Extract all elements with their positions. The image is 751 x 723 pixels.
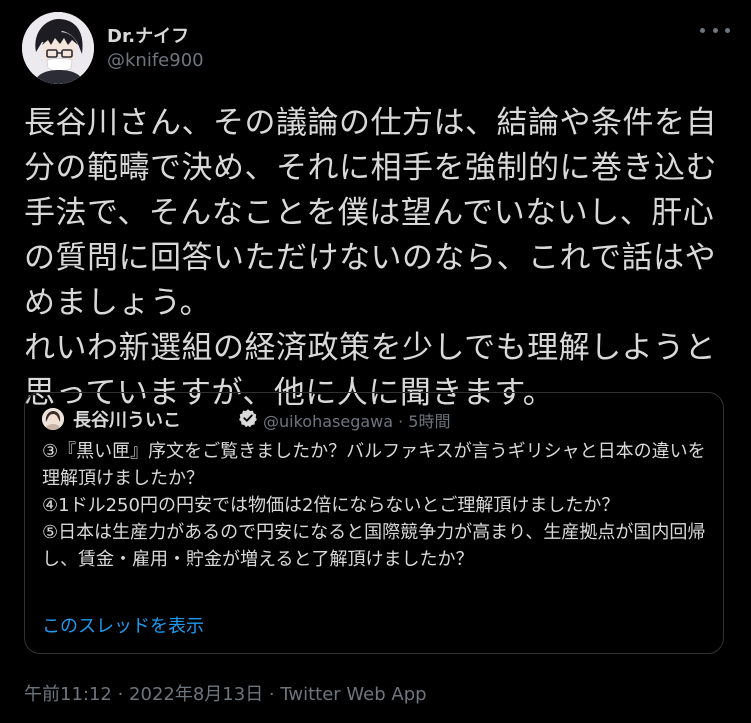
author-name[interactable]: Dr.ナイフ [107, 22, 189, 48]
more-dot [712, 27, 718, 33]
quoted-author-avatar [42, 408, 64, 430]
quoted-author-handle-time: @uikohasegawa · 5時間 [263, 412, 451, 431]
quoted-avatar-illustration [42, 408, 64, 430]
author-handle[interactable]: @knife900 [107, 50, 204, 71]
more-options-icon[interactable] [700, 20, 730, 40]
tweet-text: 長谷川さん、その議論の仕方は、結論や条件を自分の範疇で決め、それに相手を強制的に… [24, 105, 717, 411]
tweet: Dr.ナイフ @knife900 長谷川さん、その議論の仕方は、結論や条件を自分… [0, 0, 751, 723]
more-dot [725, 27, 730, 33]
verified-badge-icon [239, 409, 257, 428]
author-avatar[interactable] [22, 12, 94, 84]
quoted-tweet[interactable]: 長谷川ういこ @uikohasegawa · 5時間 ③『黒い匣』序文をご覧きま… [24, 392, 724, 654]
tweet-timestamp[interactable]: 午前11:12 · 2022年8月13日 · Twitter Web App [24, 680, 427, 706]
quoted-tweet-text: ③『黒い匣』序文をご覧きましたか？バルファキスが言うギリシャと日本の違いを理解頂… [42, 441, 706, 570]
quoted-author-name: 長谷川ういこ [73, 410, 181, 431]
more-dot [700, 27, 705, 33]
show-thread-link[interactable]: このスレッドを表示 [42, 612, 204, 638]
avatar-illustration [22, 12, 94, 84]
